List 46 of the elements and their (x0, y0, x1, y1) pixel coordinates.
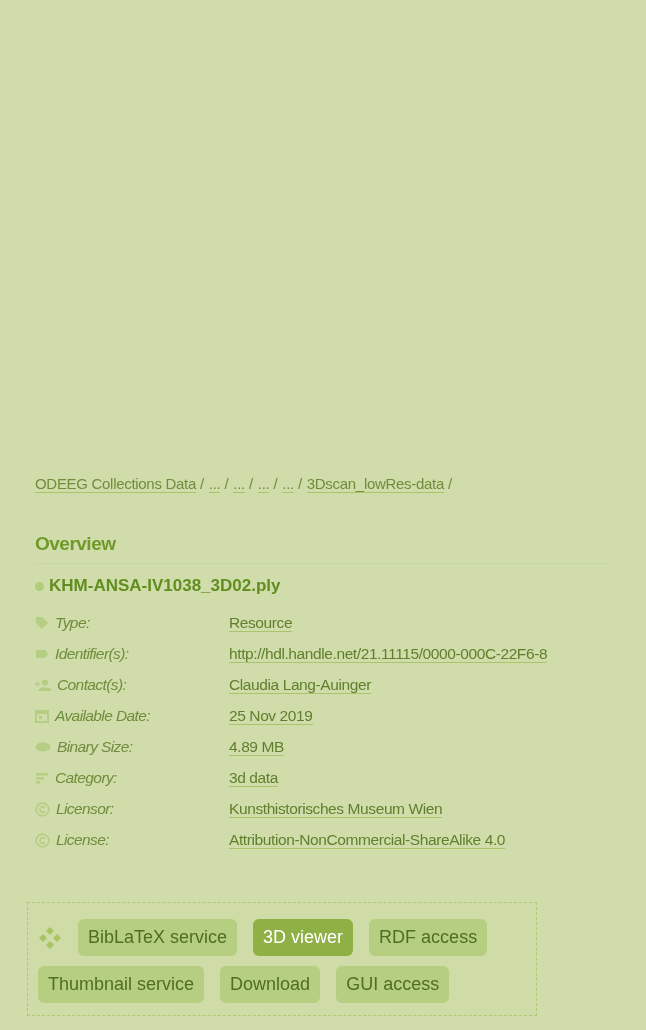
field-value-link[interactable]: Resource (229, 614, 293, 632)
breadcrumb-link[interactable]: ... (282, 475, 294, 493)
field-value-link[interactable]: 3d data (229, 769, 278, 787)
breadcrumb-link[interactable]: ... (233, 475, 245, 493)
breadcrumb-separator: / (447, 475, 452, 492)
service-button[interactable]: Thumbnail service (38, 966, 205, 1003)
field-label: Type: (55, 613, 90, 633)
field-label: Identifier(s): (55, 644, 129, 664)
file-name: KHM-ANSA-IV1038_3D02.ply (49, 576, 281, 596)
field-value-link[interactable]: Kunsthistorisches Museum Wien (229, 800, 443, 818)
field-value-link[interactable]: Claudia Lang-Auinger (229, 676, 371, 694)
service-button[interactable]: BibLaTeX service (78, 919, 238, 956)
breadcrumb-separator: / (248, 475, 253, 492)
breadcrumb-separator: / (297, 475, 302, 492)
field-label: Available Date: (55, 706, 150, 726)
service-button[interactable]: RDF access (369, 919, 488, 956)
disk-icon (35, 742, 51, 752)
person-add-icon (35, 679, 51, 691)
field-value-link[interactable]: 25 Nov 2019 (229, 707, 313, 725)
bullet-icon (35, 581, 44, 591)
field-value-link[interactable]: http://hdl.handle.net/21.11115/0000-000C-22F6-8 (229, 645, 548, 663)
field-label: Licensor: (56, 799, 114, 819)
move-icon[interactable] (38, 925, 62, 950)
breadcrumb-link[interactable]: 3Dscan_lowRes-data (306, 475, 444, 493)
field-value-link[interactable]: 4.89 MB (229, 738, 284, 756)
field-label: License: (56, 830, 109, 850)
breadcrumb-separator: / (273, 475, 278, 492)
service-button[interactable]: 3D viewer (253, 919, 354, 956)
copyright-icon (35, 832, 50, 848)
field-label: Binary Size: (57, 737, 133, 757)
field-value-link[interactable]: Attribution-NonCommercial-ShareAlike 4.0 (229, 831, 506, 849)
sort-icon (35, 772, 49, 784)
copyright-icon (35, 801, 50, 817)
service-button[interactable]: GUI access (336, 966, 450, 1003)
calendar-icon (35, 709, 49, 723)
breadcrumb-separator: / (224, 475, 229, 492)
section-heading: Overview (35, 533, 117, 555)
label-icon (35, 649, 49, 659)
breadcrumb-separator: / (199, 475, 204, 492)
field-label: Contact(s): (57, 675, 127, 695)
service-button[interactable]: Download (220, 966, 321, 1003)
breadcrumb-link[interactable]: ODEEG Collections Data (35, 475, 196, 493)
breadcrumb-link[interactable]: ... (208, 475, 221, 493)
breadcrumb-link[interactable]: ... (257, 475, 270, 493)
field-label: Category: (55, 768, 117, 788)
tag-icon (35, 616, 49, 630)
